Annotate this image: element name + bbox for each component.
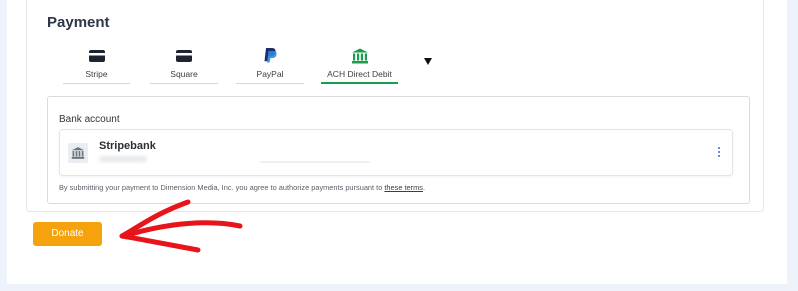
card-icon [88, 50, 105, 62]
bank-icon-box [68, 143, 88, 163]
authorization-notice: By submitting your payment to Dimension … [59, 183, 425, 192]
bank-icon [71, 147, 85, 159]
section-title: Payment [47, 14, 110, 31]
redacted-account-number [99, 156, 147, 162]
bank-account-row[interactable]: Stripebank [59, 129, 733, 176]
tab-paypal[interactable]: PayPal [236, 46, 304, 84]
tab-label: ACH Direct Debit [327, 69, 392, 79]
payment-method-tabs: Stripe Square PayPal ACH Direct Debit [63, 46, 463, 86]
tab-square[interactable]: Square [150, 46, 218, 84]
bank-icon [351, 48, 368, 64]
tab-label: Stripe [85, 69, 108, 79]
donate-button[interactable]: Donate [33, 222, 102, 246]
bank-account-panel: Bank account Stripebank By submitting yo… [47, 96, 750, 204]
tab-label: PayPal [256, 69, 284, 79]
paypal-icon [264, 48, 277, 63]
caret-down-icon[interactable] [424, 58, 432, 65]
tab-label: Square [170, 69, 198, 79]
tab-ach-direct-debit[interactable]: ACH Direct Debit [321, 46, 398, 84]
redacted-detail [260, 161, 370, 163]
bank-account-label: Bank account [59, 114, 120, 125]
bank-name: Stripebank [99, 140, 156, 152]
tab-stripe[interactable]: Stripe [63, 46, 130, 84]
card-icon [176, 50, 192, 62]
notice-end: . [422, 183, 426, 192]
red-arrow-annotation [119, 199, 243, 253]
terms-link[interactable]: these terms [384, 183, 423, 192]
more-options-icon[interactable] [718, 147, 722, 159]
notice-text: By submitting your payment to Dimension … [59, 183, 385, 192]
